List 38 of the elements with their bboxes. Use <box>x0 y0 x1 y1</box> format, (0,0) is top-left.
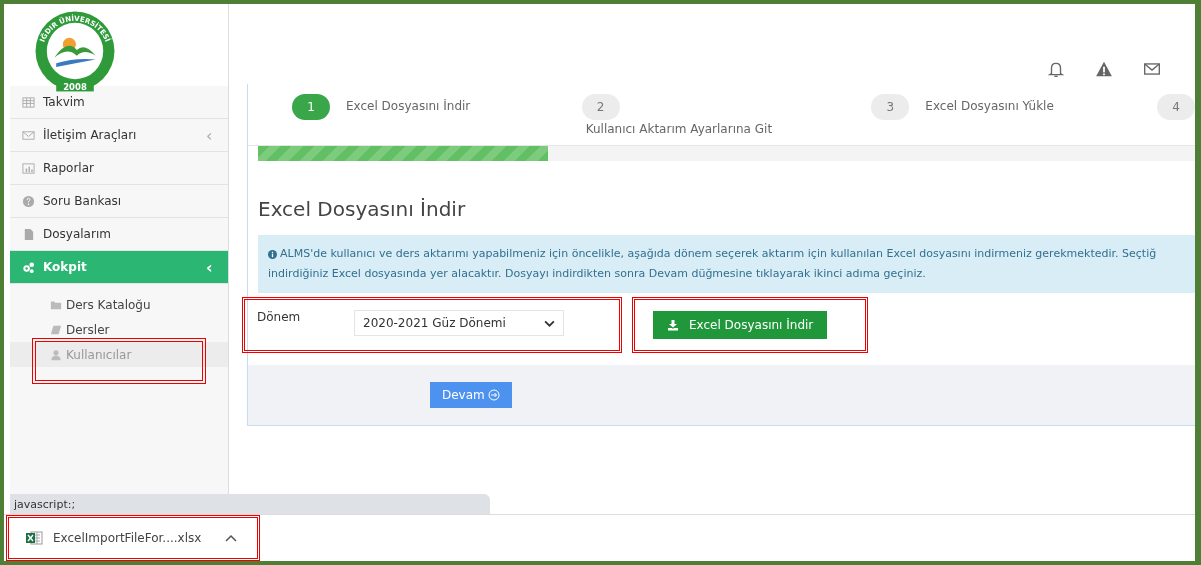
chevron-icon: ‹ <box>206 257 216 277</box>
section-title: Excel Dosyasını İndir <box>257 196 467 223</box>
mail-icon <box>22 128 35 142</box>
sidebar-item[interactable]: Raporlar <box>10 152 228 185</box>
step-number: 3 <box>871 94 910 120</box>
step-number: 4 <box>1157 94 1195 120</box>
info-text: ALMS'de kullanıcı ve ders aktarımı yapabilmeniz için öncelikle, aşağıda dönem seçerek aktarım için kullanılan Excel dosyasını indirmeniz gerekmektedir. Seçtiğ <box>280 246 1157 262</box>
info-text: indirdiğiniz Excel dosyasında yer alacaktır. Dosyayı indirdikten sonra Devam düğmesine tıklayarak ikinci adıma geçiniz. <box>268 266 927 282</box>
chevron-icon: ‹ <box>206 125 216 145</box>
bell-icon[interactable] <box>1047 60 1065 78</box>
mail-icon[interactable] <box>1143 60 1161 78</box>
spreadsheet-icon <box>25 530 43 546</box>
download-icon <box>667 319 679 331</box>
sidebar-item[interactable]: Soru Bankası <box>10 185 228 218</box>
question-icon <box>22 194 35 208</box>
user-icon <box>50 348 62 361</box>
step-label: Excel Dosyasını İndir <box>346 98 471 113</box>
step-label: Excel Dosyasını Yükle <box>925 98 1054 113</box>
download-excel-button[interactable]: Excel Dosyasını İndir <box>653 311 828 339</box>
submenu-item[interactable]: Dersler <box>10 317 228 342</box>
warning-icon[interactable] <box>1095 60 1113 78</box>
step-number: 1 <box>292 94 330 120</box>
submenu-item[interactable]: Ders Kataloğu <box>10 292 228 317</box>
gears-icon <box>22 260 35 274</box>
term-label: Dönem <box>257 310 302 324</box>
term-dropdown[interactable]: 2020-2021 Güz Dönemi <box>354 310 564 336</box>
info-icon <box>268 249 277 259</box>
status-url: javascript:; <box>10 494 490 514</box>
sidebar-item[interactable]: İletişim Araçları ‹ <box>10 119 228 152</box>
calendar-icon <box>22 95 35 109</box>
arrow-circle-icon <box>487 389 500 401</box>
chevron-up-icon[interactable] <box>225 534 238 542</box>
caret-icon <box>544 319 555 327</box>
chart-icon <box>22 161 35 175</box>
step-label: Kullanıcı Aktarım Ayarlarına Git <box>585 122 773 136</box>
step-number: 2 <box>581 94 620 120</box>
file-icon <box>22 227 35 241</box>
book-icon <box>50 323 62 336</box>
